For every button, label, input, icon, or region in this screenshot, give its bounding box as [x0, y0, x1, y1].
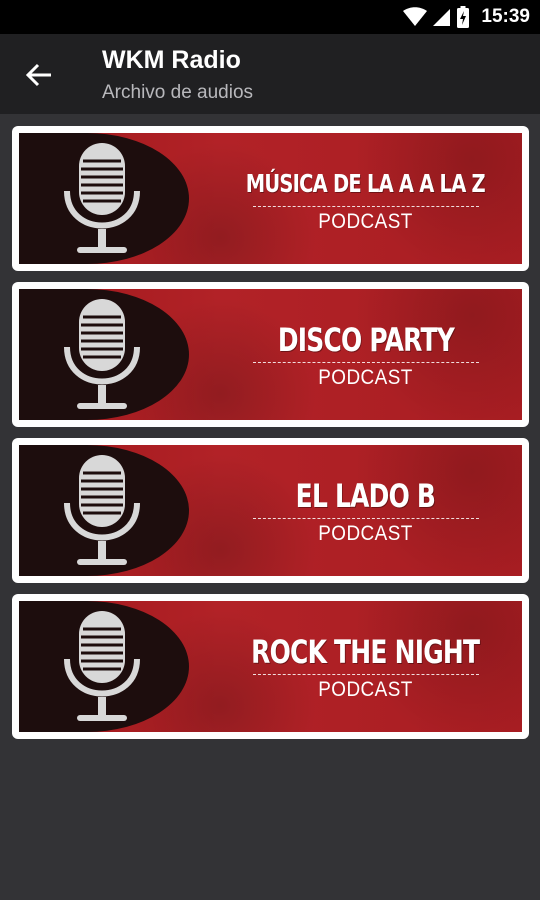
podcast-card-musica-de-la-a-a-la-z[interactable]: MÚSICA DE LA A A LA Z PODCAST: [12, 126, 529, 271]
status-icons: 15:39: [403, 0, 530, 34]
podcast-title: DISCO PARTY: [277, 320, 454, 359]
podcast-label: PODCAST: [318, 677, 413, 701]
podcast-banner: ROCK THE NIGHT PODCAST: [19, 601, 522, 732]
microphone-icon: [64, 455, 140, 565]
microphone-icon: [64, 299, 140, 409]
microphone-icon: [64, 143, 140, 253]
banner-text: EL LADO B PODCAST: [249, 445, 482, 576]
microphone-icon: [64, 611, 140, 721]
podcast-label: PODCAST: [318, 365, 413, 389]
app-subtitle: Archivo de audios: [102, 82, 254, 103]
back-button[interactable]: [18, 54, 60, 96]
podcast-title: MÚSICA DE LA A A LA Z: [245, 168, 486, 198]
arrow-left-icon: [26, 63, 51, 87]
app-bar: WKM Radio Archivo de audios: [0, 34, 540, 114]
divider: [252, 673, 479, 675]
podcast-label: PODCAST: [318, 209, 413, 233]
podcast-banner: MÚSICA DE LA A A LA Z PODCAST: [19, 133, 522, 264]
battery-icon: [457, 6, 470, 28]
podcast-card-rock-the-night[interactable]: ROCK THE NIGHT PODCAST: [12, 594, 529, 739]
status-bar: 15:39: [0, 0, 540, 34]
podcast-banner: EL LADO B PODCAST: [19, 445, 522, 576]
podcast-list: MÚSICA DE LA A A LA Z PODCAST DISCO PART…: [12, 126, 529, 750]
signal-icon: [433, 9, 451, 26]
divider: [252, 517, 479, 519]
podcast-title: EL LADO B: [295, 476, 436, 515]
podcast-label: PODCAST: [318, 521, 413, 545]
banner-text: DISCO PARTY PODCAST: [249, 289, 482, 420]
podcast-banner: DISCO PARTY PODCAST: [19, 289, 522, 420]
banner-text: ROCK THE NIGHT PODCAST: [249, 601, 482, 732]
banner-text: MÚSICA DE LA A A LA Z PODCAST: [245, 133, 486, 264]
status-time: 15:39: [481, 6, 530, 27]
wifi-icon: [403, 7, 428, 26]
divider: [252, 205, 479, 207]
app-title: WKM Radio: [102, 46, 241, 74]
podcast-card-disco-party[interactable]: DISCO PARTY PODCAST: [12, 282, 529, 427]
podcast-title: ROCK THE NIGHT: [251, 632, 480, 671]
divider: [252, 361, 479, 363]
podcast-card-el-lado-b[interactable]: EL LADO B PODCAST: [12, 438, 529, 583]
